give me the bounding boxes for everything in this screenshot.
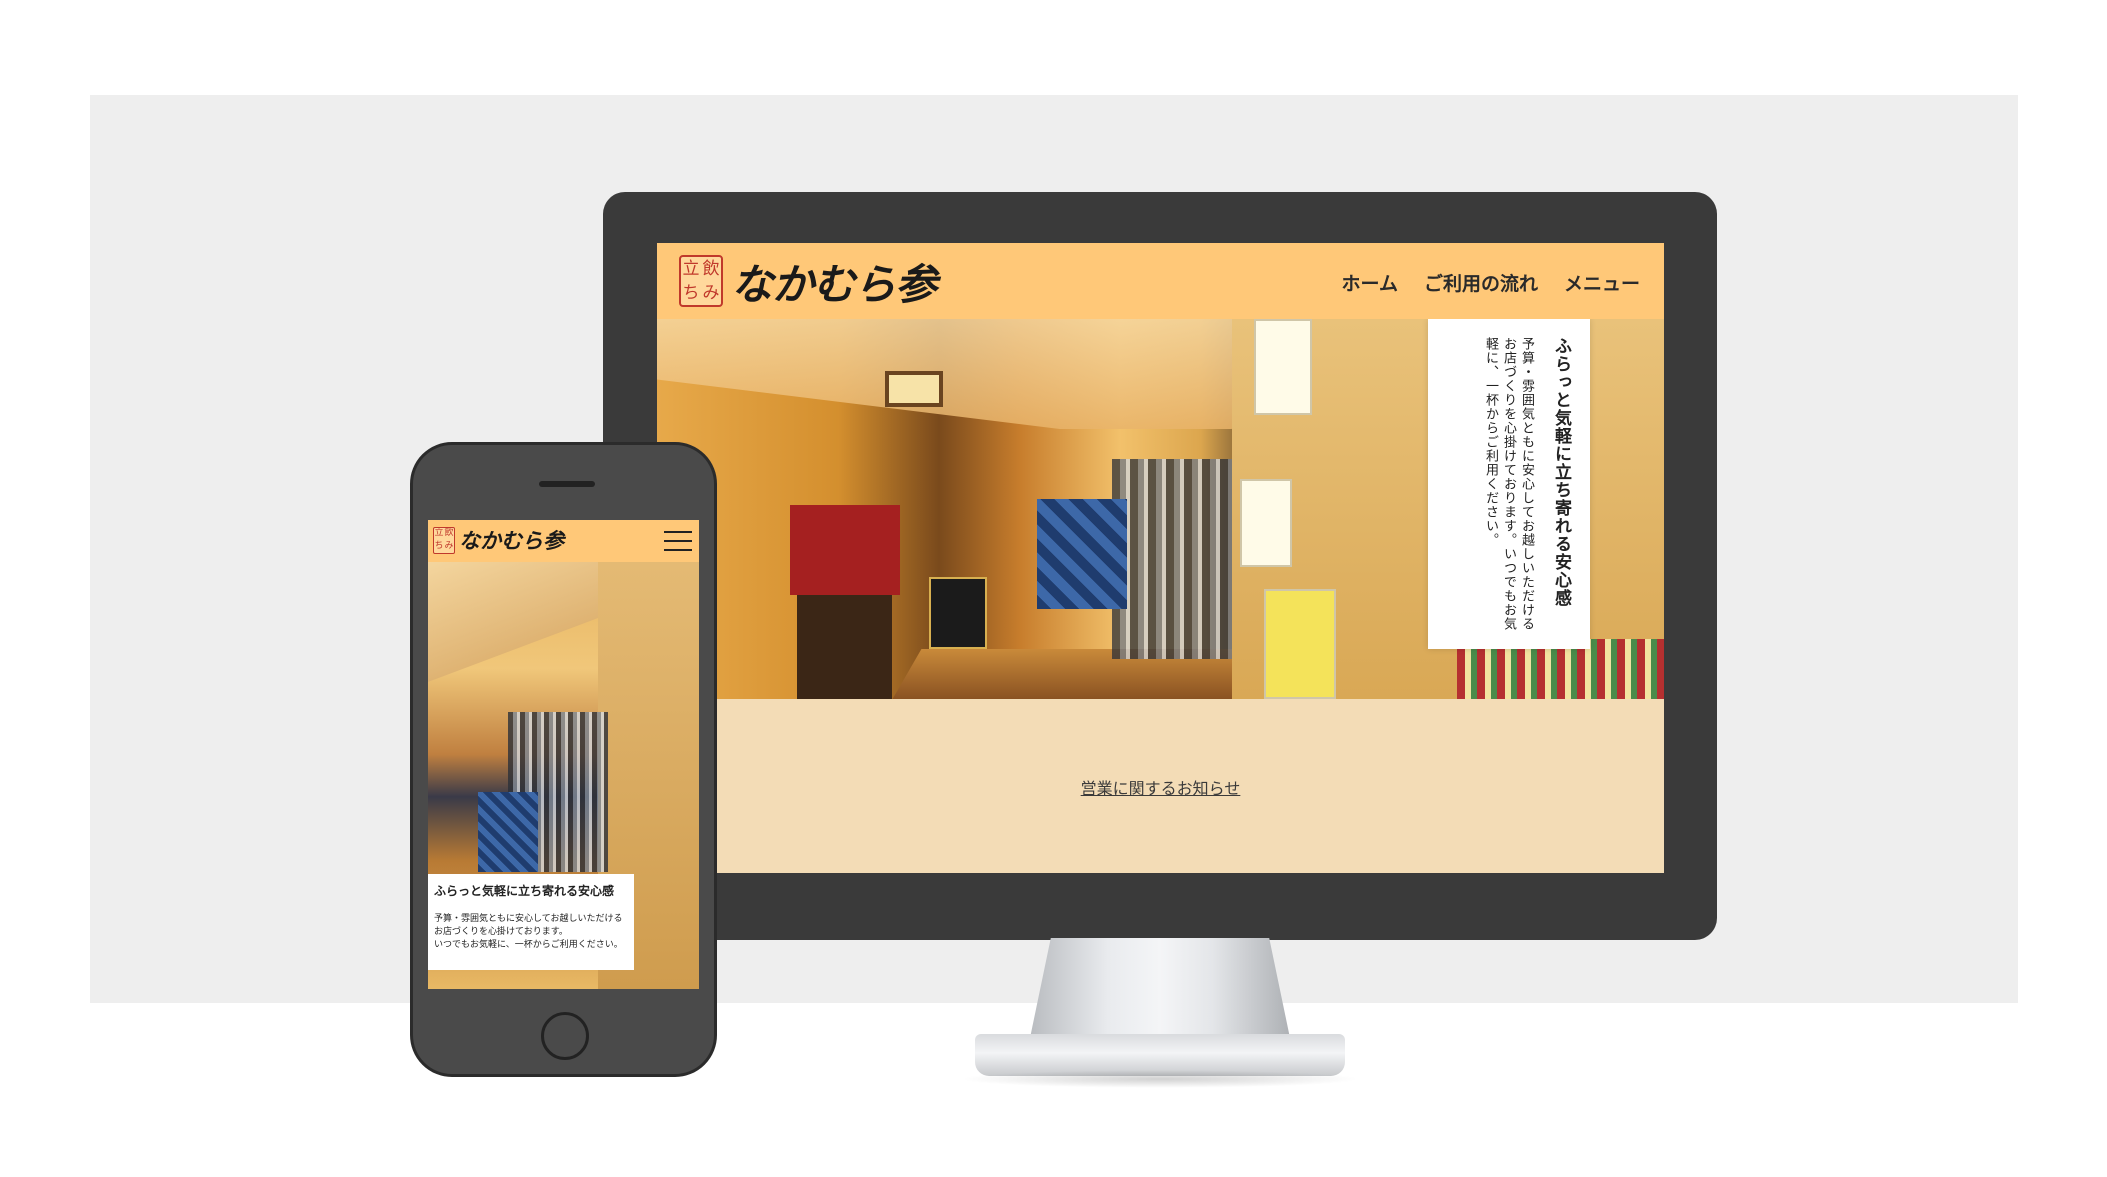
hero-card-line: いつでもお気軽に、一杯からご利用ください。	[434, 940, 623, 950]
seal-char: 飲	[702, 258, 720, 279]
photo-lamp	[885, 371, 943, 407]
seal-char: 立	[434, 528, 444, 539]
seal-char: ち	[682, 282, 700, 303]
phone-screen: 立 飲 ち み なかむら参 ふらっと気軽に立ち寄れる安心感 予算・雰囲気ともに安…	[428, 520, 699, 989]
mockup-stage: 立 飲 ち み なかむら参 ホーム ご利用の流れ メニュー ふらっと気軽に立ち寄…	[0, 0, 2107, 1177]
photo-poster	[1240, 479, 1292, 567]
nav-item-home[interactable]: ホーム	[1342, 269, 1398, 296]
logo-seal-icon: 立 飲 ち み	[679, 255, 723, 307]
monitor-stand-neck	[1030, 938, 1290, 1038]
logo-wordmark: なかむら参	[731, 259, 937, 309]
nav-item-flow[interactable]: ご利用の流れ	[1424, 269, 1538, 296]
photo-noren	[478, 792, 538, 872]
hero-card-line: 予算・雰囲気ともに安心してお越しいただける	[434, 914, 623, 924]
seal-char: み	[702, 282, 720, 303]
mobile-hero: ふらっと気軽に立ち寄れる安心感 予算・雰囲気ともに安心してお越しいただける お店…	[428, 562, 699, 989]
phone-device: 立 飲 ち み なかむら参 ふらっと気軽に立ち寄れる安心感 予算・雰囲気ともに安…	[410, 442, 717, 1077]
hero-card-title: ふらっと気軽に立ち寄れる安心感	[434, 884, 615, 898]
nav-item-menu[interactable]: メニュー	[1564, 269, 1640, 296]
desktop-nav: ホーム ご利用の流れ メニュー	[1342, 269, 1640, 296]
mobile-logo[interactable]: 立 飲 ち み なかむら参	[433, 525, 564, 555]
photo-red-curtain	[790, 505, 900, 595]
photo-poster	[1264, 589, 1336, 699]
seal-char: ち	[434, 540, 444, 551]
notice-link[interactable]: 営業に関するお知らせ	[657, 775, 1664, 799]
mobile-hero-card: ふらっと気軽に立ち寄れる安心感 予算・雰囲気ともに安心してお越しいただける お店…	[428, 874, 634, 970]
monitor-shadow	[960, 1070, 1360, 1088]
desktop-header: 立 飲 ち み なかむら参 ホーム ご利用の流れ メニュー	[657, 243, 1664, 319]
desktop-screen: 立 飲 ち み なかむら参 ホーム ご利用の流れ メニュー ふらっと気軽に立ち寄…	[657, 243, 1664, 873]
seal-char: 飲	[444, 528, 454, 539]
hamburger-icon[interactable]	[664, 531, 692, 551]
desktop-notice-section: 営業に関するお知らせ	[657, 699, 1664, 873]
hero-card-body: 予算・雰囲気ともに安心してお越しいただけるお店づくりを心掛けております。いつでも…	[1483, 337, 1534, 631]
desktop-hero-card: ふらっと気軽に立ち寄れる安心感 予算・雰囲気ともに安心してお越しいただけるお店づ…	[1428, 319, 1590, 649]
hero-card-title: ふらっと気軽に立ち寄れる安心感	[1551, 337, 1571, 607]
photo-poster	[1254, 319, 1312, 415]
phone-speaker	[539, 481, 595, 487]
desktop-logo[interactable]: 立 飲 ち み なかむら参	[679, 251, 937, 311]
seal-char: み	[444, 540, 454, 551]
logo-seal-icon: 立 飲 ち み	[433, 526, 455, 554]
photo-chalkboard	[929, 577, 987, 649]
desktop-hero: ふらっと気軽に立ち寄れる安心感 予算・雰囲気ともに安心してお越しいただけるお店づ…	[657, 319, 1664, 699]
hero-card-line: お店づくりを心掛けております。	[434, 927, 568, 937]
logo-wordmark: なかむら参	[459, 528, 564, 553]
photo-noren	[1037, 499, 1127, 609]
hero-card-body: 予算・雰囲気ともに安心してお越しいただける お店づくりを心掛けております。 いつ…	[434, 913, 628, 952]
photo-door	[797, 595, 892, 699]
phone-home-button[interactable]	[541, 1012, 589, 1060]
seal-char: 立	[682, 258, 700, 279]
hero-card-text: ふらっと気軽に立ち寄れる安心感 予算・雰囲気ともに安心してお越しいただけるお店づ…	[1481, 337, 1574, 637]
mobile-header: 立 飲 ち み なかむら参	[428, 520, 699, 562]
